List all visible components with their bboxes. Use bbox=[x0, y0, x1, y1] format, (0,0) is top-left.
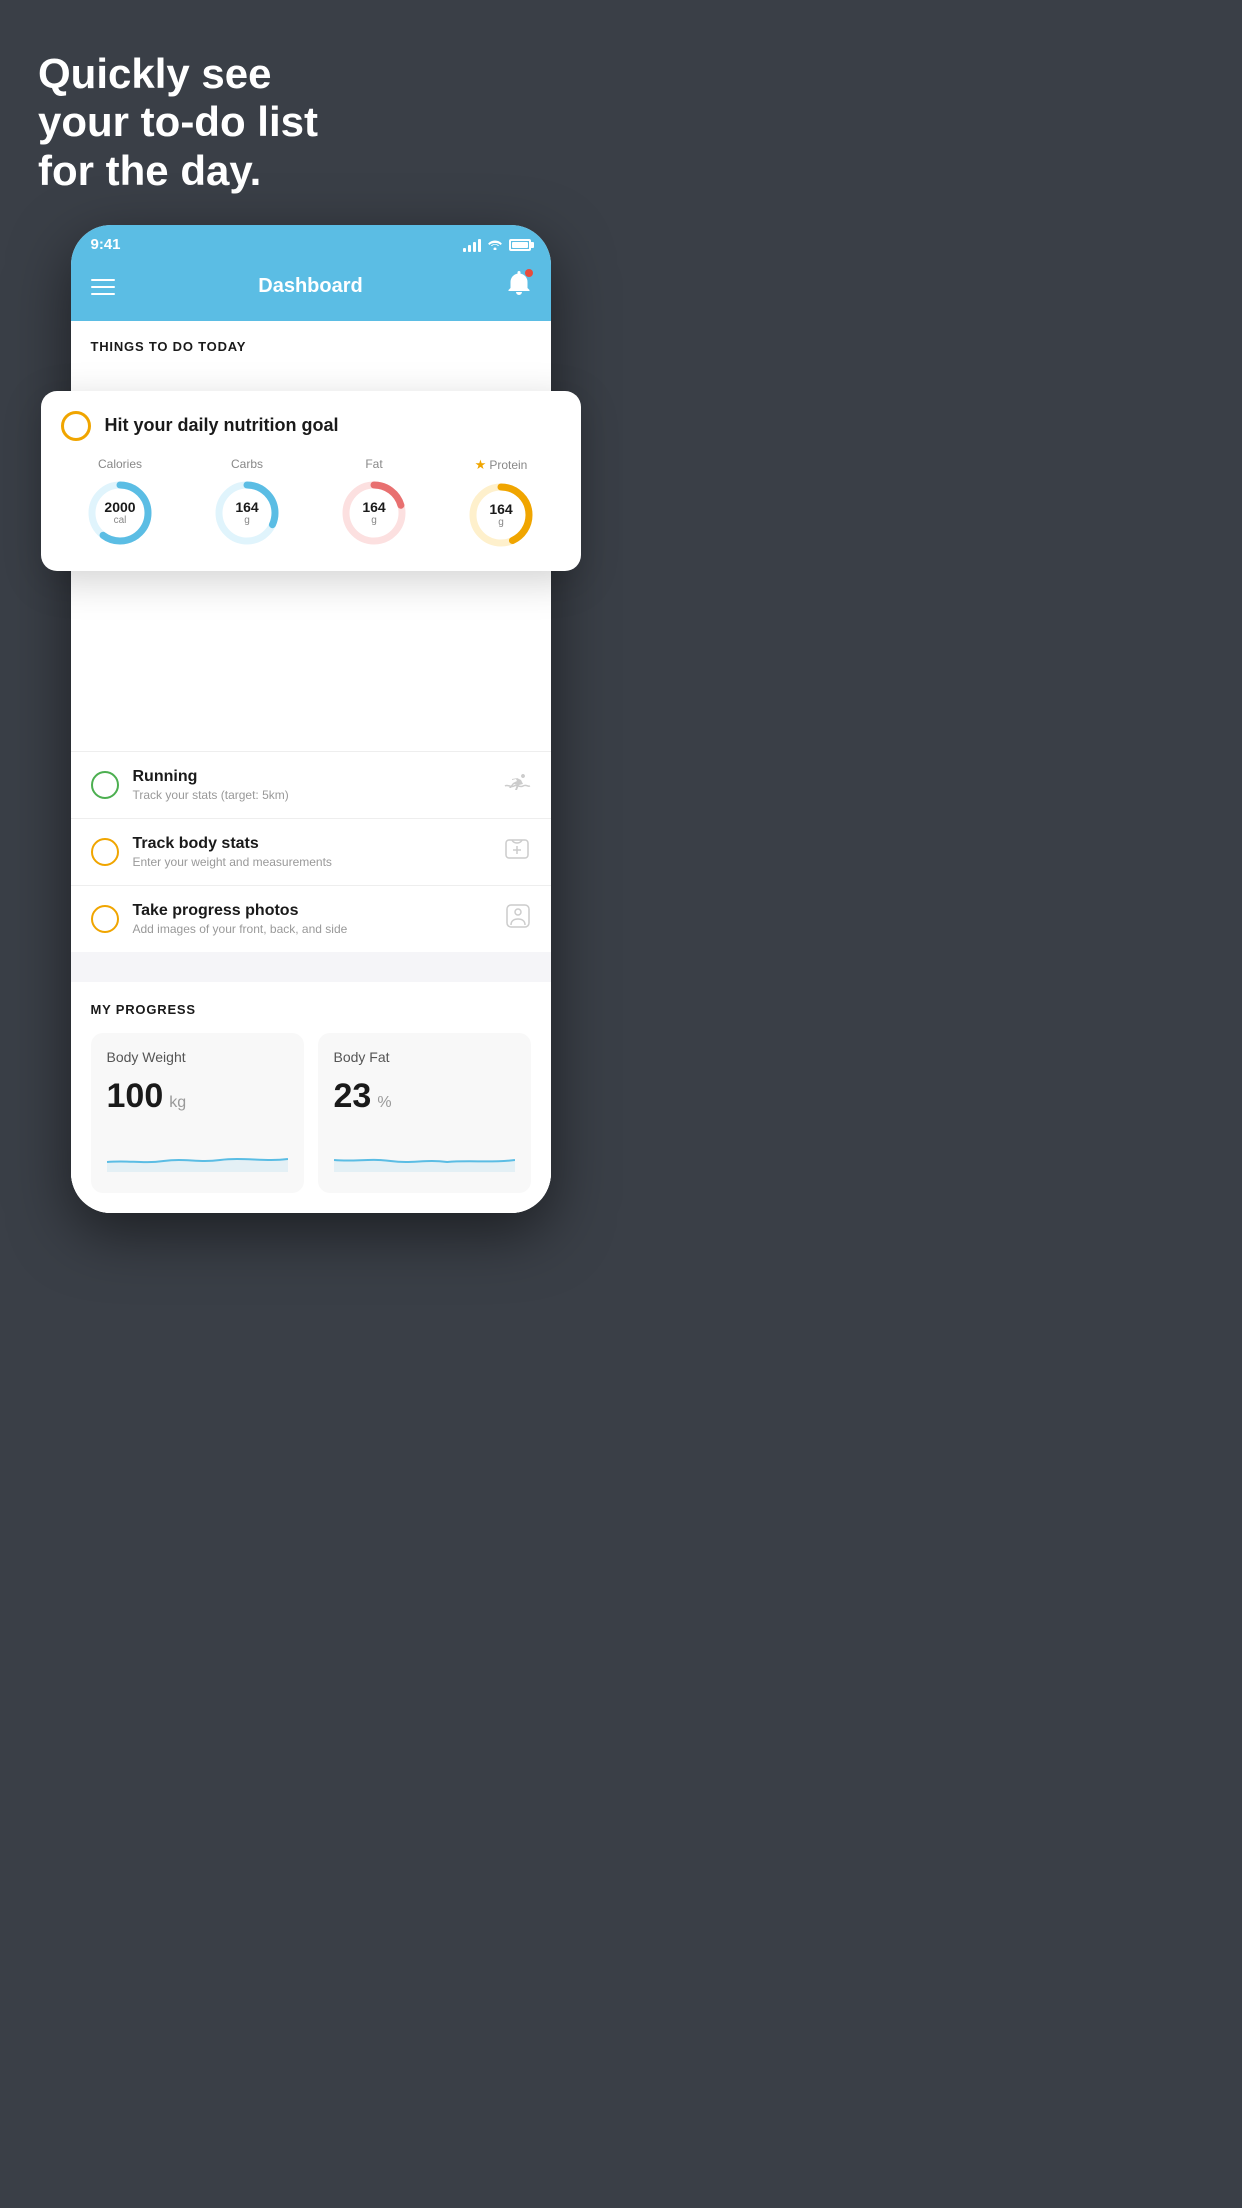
fat-label: Fat bbox=[365, 457, 382, 471]
protein-unit: g bbox=[489, 517, 512, 528]
body-fat-card: Body Fat 23 % bbox=[318, 1033, 531, 1193]
section-spacer bbox=[71, 952, 551, 982]
notification-badge bbox=[525, 269, 533, 277]
body-weight-title: Body Weight bbox=[107, 1049, 288, 1065]
calories-value: 2000 bbox=[104, 500, 135, 515]
todo-item-running[interactable]: Running Track your stats (target: 5km) bbox=[71, 751, 551, 818]
body-fat-unit: % bbox=[377, 1094, 391, 1112]
battery-icon bbox=[509, 239, 531, 251]
scale-icon bbox=[503, 837, 531, 867]
nutrition-card: Hit your daily nutrition goal Calories 2… bbox=[41, 391, 581, 571]
carbs-circle: 164 g bbox=[211, 477, 283, 549]
nutrition-checkbox[interactable] bbox=[61, 411, 91, 441]
photos-checkbox[interactable] bbox=[91, 905, 119, 933]
body-fat-title: Body Fat bbox=[334, 1049, 515, 1065]
person-icon bbox=[505, 903, 531, 935]
carbs-ring: Carbs 164 g bbox=[211, 457, 283, 551]
body-weight-value-row: 100 kg bbox=[107, 1077, 288, 1116]
body-stats-checkbox[interactable] bbox=[91, 838, 119, 866]
wifi-icon bbox=[487, 237, 503, 253]
running-checkbox[interactable] bbox=[91, 771, 119, 799]
carbs-label: Carbs bbox=[231, 457, 263, 471]
fat-circle: 164 g bbox=[338, 477, 410, 549]
body-weight-sparkline bbox=[107, 1132, 288, 1172]
calories-circle: 2000 cal bbox=[84, 477, 156, 549]
running-title: Running bbox=[133, 768, 489, 786]
status-bar: 9:41 bbox=[71, 225, 551, 261]
protein-label: Protein bbox=[489, 458, 527, 472]
body-stats-title: Track body stats bbox=[133, 835, 489, 853]
body-stats-text: Track body stats Enter your weight and m… bbox=[133, 835, 489, 869]
body-fat-value-row: 23 % bbox=[334, 1077, 515, 1116]
hero-section: Quickly seeyour to-do listfor the day. bbox=[0, 0, 621, 215]
star-icon: ★ bbox=[475, 457, 487, 473]
fat-unit: g bbox=[362, 515, 385, 526]
running-text: Running Track your stats (target: 5km) bbox=[133, 768, 489, 802]
things-to-do-header: THINGS TO DO TODAY bbox=[71, 321, 551, 366]
calories-label: Calories bbox=[98, 457, 142, 471]
calories-ring: Calories 2000 cal bbox=[84, 457, 156, 551]
todo-list: Running Track your stats (target: 5km) T… bbox=[71, 751, 551, 952]
fat-ring: Fat 164 g bbox=[338, 457, 410, 551]
app-header: Dashboard bbox=[71, 261, 551, 321]
fat-value: 164 bbox=[362, 500, 385, 515]
header-title: Dashboard bbox=[258, 275, 362, 298]
status-time: 9:41 bbox=[91, 236, 121, 253]
calories-unit: cal bbox=[104, 515, 135, 526]
signal-icon bbox=[463, 238, 481, 252]
body-fat-sparkline bbox=[334, 1132, 515, 1172]
body-weight-unit: kg bbox=[169, 1094, 186, 1112]
menu-button[interactable] bbox=[91, 279, 115, 295]
body-fat-value: 23 bbox=[334, 1077, 372, 1116]
body-weight-card: Body Weight 100 kg bbox=[91, 1033, 304, 1193]
hero-title: Quickly seeyour to-do listfor the day. bbox=[38, 50, 583, 195]
running-icon bbox=[503, 772, 531, 798]
notifications-button[interactable] bbox=[507, 271, 531, 303]
protein-circle: 164 g bbox=[465, 479, 537, 551]
status-icons bbox=[463, 237, 531, 253]
protein-value: 164 bbox=[489, 502, 512, 517]
nutrition-rings: Calories 2000 cal Carbs bbox=[61, 457, 561, 551]
photos-subtitle: Add images of your front, back, and side bbox=[133, 922, 491, 936]
running-subtitle: Track your stats (target: 5km) bbox=[133, 788, 489, 802]
body-weight-value: 100 bbox=[107, 1077, 164, 1116]
progress-cards: Body Weight 100 kg Body Fat bbox=[91, 1033, 531, 1193]
nutrition-card-title: Hit your daily nutrition goal bbox=[105, 415, 339, 436]
todo-item-photos[interactable]: Take progress photos Add images of your … bbox=[71, 885, 551, 952]
phone-screen: 9:41 Dashboard bbox=[71, 225, 551, 1213]
carbs-value: 164 bbox=[235, 500, 258, 515]
carbs-unit: g bbox=[235, 515, 258, 526]
photos-text: Take progress photos Add images of your … bbox=[133, 902, 491, 936]
progress-section: MY PROGRESS Body Weight 100 kg bbox=[71, 982, 551, 1213]
photos-title: Take progress photos bbox=[133, 902, 491, 920]
protein-label-row: ★ Protein bbox=[475, 457, 528, 473]
protein-ring: ★ Protein 164 g bbox=[465, 457, 537, 551]
body-stats-subtitle: Enter your weight and measurements bbox=[133, 855, 489, 869]
phone-mockup: Hit your daily nutrition goal Calories 2… bbox=[71, 225, 551, 1213]
todo-item-body-stats[interactable]: Track body stats Enter your weight and m… bbox=[71, 818, 551, 885]
progress-header: MY PROGRESS bbox=[91, 1002, 531, 1017]
